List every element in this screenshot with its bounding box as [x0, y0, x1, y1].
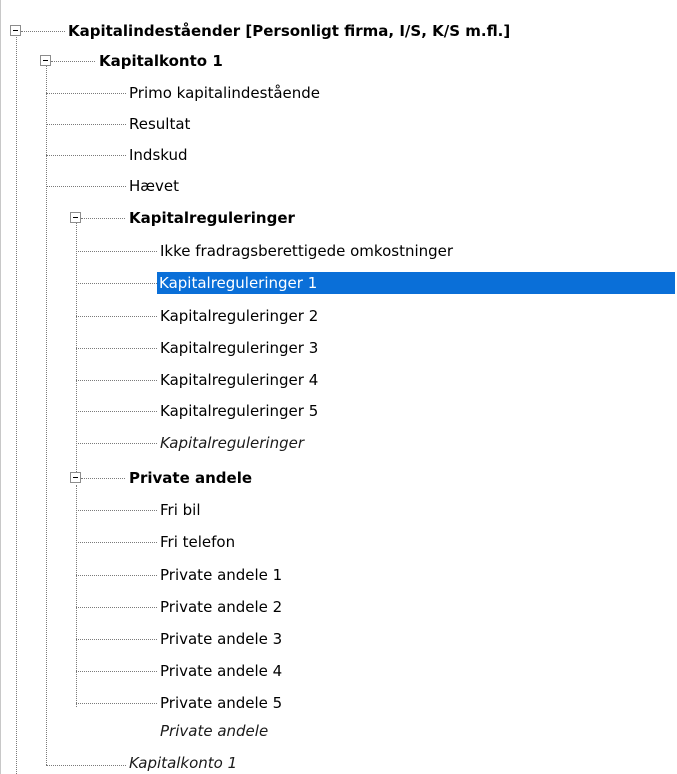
tree-node-indskud[interactable]: Indskud — [127, 144, 190, 166]
tree-line — [76, 671, 157, 672]
tree-node-kapitalreguleringer-5[interactable]: Kapitalreguleringer 5 — [158, 400, 320, 422]
tree-line — [76, 316, 157, 317]
collapse-toggle-icon[interactable] — [70, 472, 81, 483]
left-border — [0, 0, 1, 774]
tree-line — [46, 186, 126, 187]
tree-line — [76, 485, 77, 707]
tree-node-resultat[interactable]: Resultat — [127, 113, 192, 135]
tree-node-kapitalreguleringer-total[interactable]: Kapitalreguleringer — [158, 432, 306, 454]
collapse-toggle-icon[interactable] — [70, 212, 81, 223]
tree-line — [76, 283, 157, 284]
tree-node-private-andele[interactable]: Private andele — [127, 467, 254, 489]
tree-line — [21, 31, 65, 32]
tree-line — [76, 510, 157, 511]
tree-line — [16, 26, 17, 774]
tree-line — [46, 124, 126, 125]
tree-line — [76, 380, 157, 381]
tree-node-fri-bil[interactable]: Fri bil — [158, 499, 203, 521]
tree-node-kapitalreguleringer[interactable]: Kapitalreguleringer — [127, 207, 297, 229]
tree-node-kapitalreguleringer-3[interactable]: Kapitalreguleringer 3 — [158, 337, 320, 359]
tree-line — [76, 542, 157, 543]
tree-node-private-andele-1[interactable]: Private andele 1 — [158, 564, 284, 586]
tree-node-kapitalkonto-1-total[interactable]: Kapitalkonto 1 — [127, 752, 239, 774]
tree-node-kapitalindestaaender[interactable]: Kapitalindeståender [Personligt firma, I… — [66, 20, 512, 42]
tree-line — [76, 703, 157, 704]
tree-node-private-andele-total[interactable]: Private andele — [158, 720, 270, 742]
tree-node-private-andele-4[interactable]: Private andele 4 — [158, 660, 284, 682]
tree-node-kapitalkonto-1[interactable]: Kapitalkonto 1 — [97, 50, 225, 72]
tree-line — [76, 443, 157, 444]
collapse-toggle-icon[interactable] — [10, 25, 21, 36]
tree-node-private-andele-3[interactable]: Private andele 3 — [158, 628, 284, 650]
tree-line — [76, 575, 157, 576]
tree-node-primo-kapitalindestaaende[interactable]: Primo kapitalindestående — [127, 82, 322, 104]
tree-line — [76, 411, 157, 412]
tree-node-private-andele-5[interactable]: Private andele 5 — [158, 692, 284, 714]
tree-node-private-andele-2[interactable]: Private andele 2 — [158, 596, 284, 618]
tree-node-fri-telefon[interactable]: Fri telefon — [158, 531, 237, 553]
tree-node-kapitalreguleringer-1-selected[interactable]: Kapitalreguleringer 1 — [157, 272, 675, 294]
tree-line — [81, 478, 125, 479]
tree-node-ikke-fradragsberettigede[interactable]: Ikke fradragsberettigede omkostninger — [158, 240, 455, 262]
tree-line — [76, 251, 157, 252]
tree-line — [51, 61, 95, 62]
collapse-toggle-icon[interactable] — [40, 55, 51, 66]
tree-node-kapitalreguleringer-2[interactable]: Kapitalreguleringer 2 — [158, 305, 320, 327]
tree-line — [46, 155, 126, 156]
tree-line — [76, 639, 157, 640]
tree-node-haevet[interactable]: Hævet — [127, 175, 181, 197]
tree-line — [46, 765, 126, 766]
tree-line — [76, 607, 157, 608]
tree-line — [76, 348, 157, 349]
tree-line — [46, 93, 126, 94]
tree-node-kapitalreguleringer-4[interactable]: Kapitalreguleringer 4 — [158, 369, 320, 391]
tree-line — [46, 59, 47, 765]
tree-line — [81, 218, 125, 219]
